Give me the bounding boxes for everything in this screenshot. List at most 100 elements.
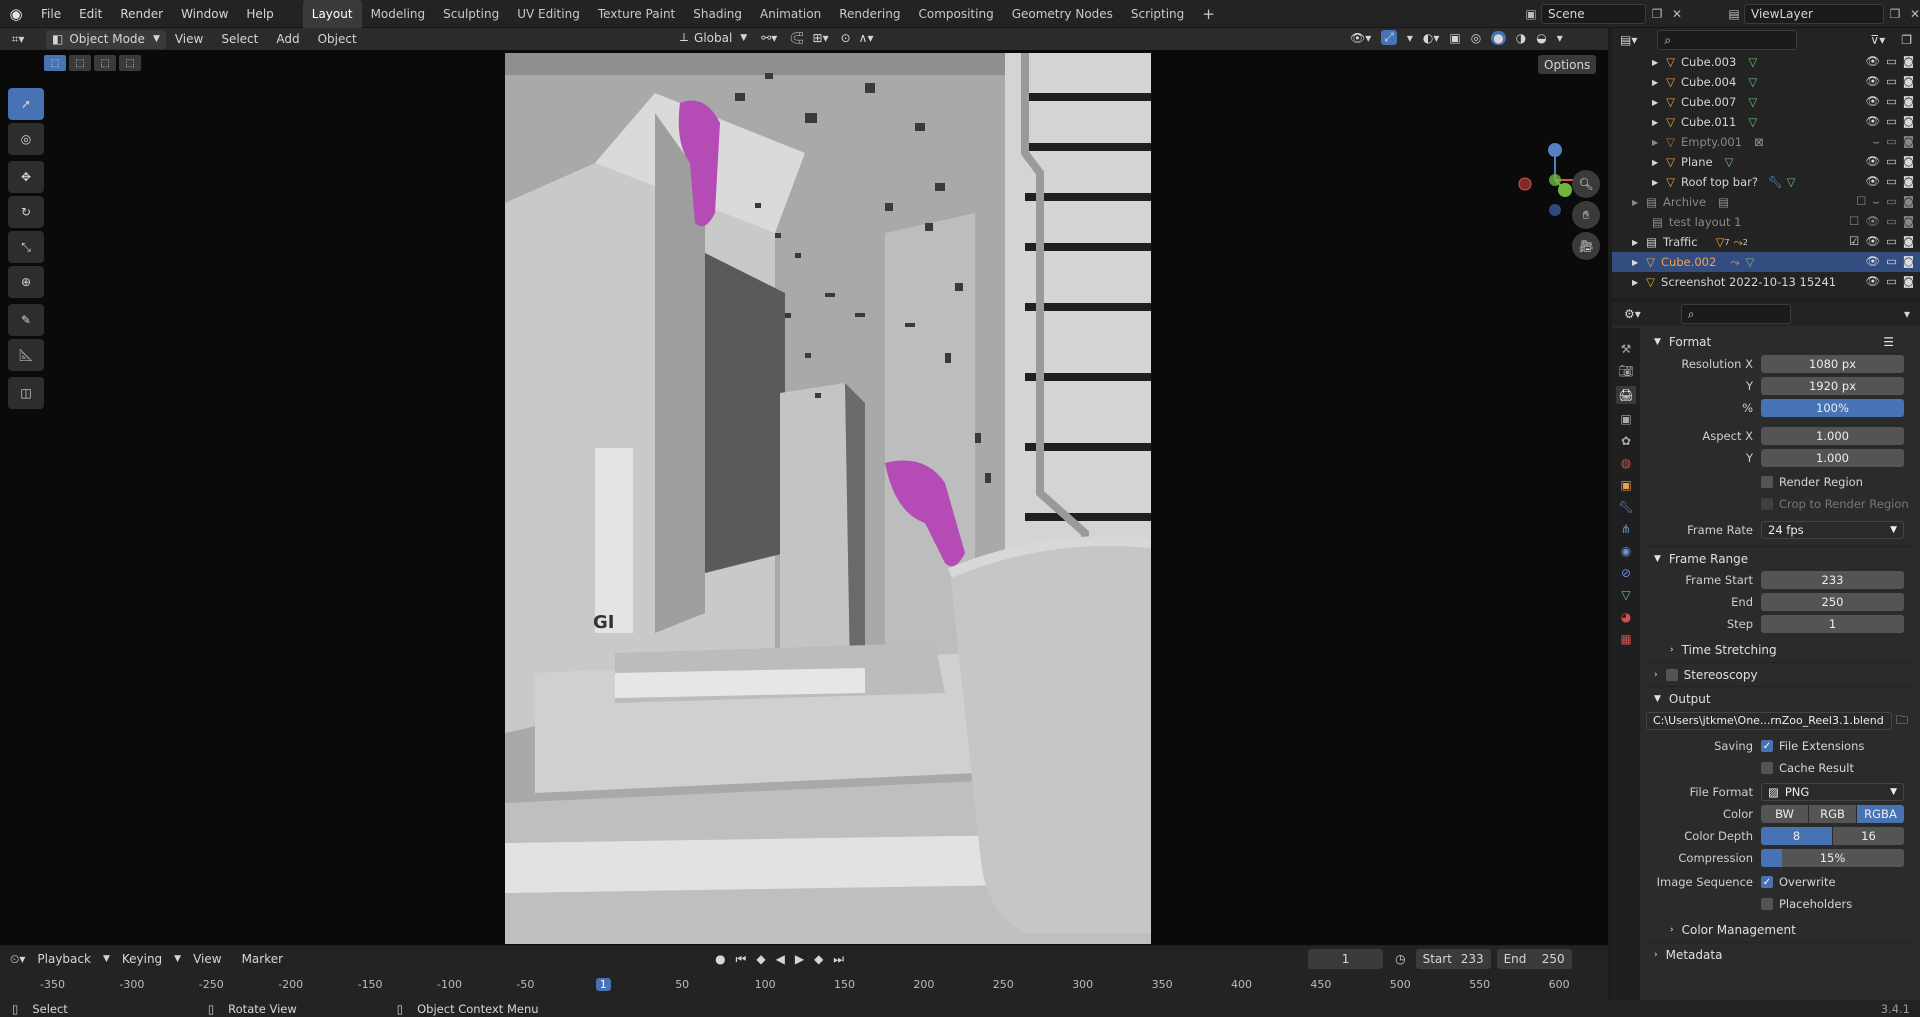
resolution-y-field[interactable]: 1920 px: [1761, 377, 1904, 395]
camera-icon[interactable]: ◙: [1903, 134, 1914, 149]
snap-target-icon[interactable]: ⊞▾: [813, 31, 829, 45]
texture-tab-icon[interactable]: ▦: [1620, 632, 1631, 646]
world-tab-icon[interactable]: ◍: [1621, 456, 1631, 470]
eye-icon[interactable]: 👁︎: [1865, 114, 1880, 128]
compression-slider[interactable]: 15%: [1761, 849, 1904, 867]
filter-icon[interactable]: ⊽▾: [1870, 33, 1885, 47]
view-layer-field[interactable]: ViewLayer: [1744, 4, 1884, 24]
render-region-row[interactable]: Render Region: [1646, 472, 1914, 492]
aspect-y-field[interactable]: 1.000: [1761, 449, 1904, 467]
camera-icon[interactable]: ◙: [1903, 114, 1914, 128]
editor-type-icon[interactable]: ⌗▾: [0, 32, 36, 47]
monitor-icon[interactable]: ▭: [1886, 274, 1897, 288]
scale-tool-icon[interactable]: ⤡: [8, 231, 44, 263]
select-box-tool-icon[interactable]: ➚: [8, 88, 44, 120]
frame-ruler[interactable]: -350 -300 -250 -200 -150 -100 -50 1 50 100 150 200 2…: [0, 946, 1608, 1000]
expand-arrow-icon[interactable]: ▶: [1652, 158, 1658, 167]
camera-icon[interactable]: ◙: [1903, 274, 1914, 288]
monitor-icon[interactable]: ▭: [1886, 174, 1897, 188]
tab-uv-editing[interactable]: UV Editing: [508, 0, 589, 28]
view-layer-selector[interactable]: ▤ ViewLayer ❐ ✕: [1724, 4, 1920, 24]
camera-icon[interactable]: ◙: [1903, 74, 1914, 88]
checkbox-checked-icon[interactable]: ☑: [1849, 234, 1859, 248]
select-subtract-icon[interactable]: ⬚: [94, 55, 116, 71]
outliner-item-cube-011[interactable]: ▶ ▽ Cube.011 ▽ 👁︎ ▭ ◙: [1612, 112, 1920, 132]
eye-icon[interactable]: 👁︎: [1865, 74, 1880, 88]
camera-icon[interactable]: ◙: [1903, 214, 1914, 228]
menu-window[interactable]: Window: [172, 0, 237, 28]
camera-icon[interactable]: ◙: [1903, 174, 1914, 188]
monitor-icon[interactable]: ▭: [1886, 74, 1897, 88]
tab-sculpting[interactable]: Sculpting: [434, 0, 508, 28]
outliner-item-archive[interactable]: ▶ ▤ Archive ▤ ☐ ⌣ ▭ ◙: [1612, 192, 1920, 212]
expand-arrow-icon[interactable]: ▶: [1652, 78, 1658, 87]
outliner-item-cube-007[interactable]: ▶ ▽ Cube.007 ▽ 👁︎ ▭ ◙: [1612, 92, 1920, 112]
camera-icon[interactable]: ◙: [1903, 194, 1914, 209]
zoom-icon[interactable]: 🔍︎: [1572, 170, 1600, 198]
checkbox-icon[interactable]: ☐: [1856, 194, 1866, 209]
tab-modeling[interactable]: Modeling: [362, 0, 435, 28]
eye-icon[interactable]: 👁︎: [1865, 254, 1880, 268]
scene-selector[interactable]: ▣ Scene ❐ ✕: [1521, 4, 1686, 24]
eye-icon[interactable]: 👁︎: [1865, 234, 1880, 248]
properties-search-input[interactable]: ⌕: [1680, 304, 1791, 324]
presets-list-icon[interactable]: ☰: [1883, 335, 1894, 349]
scene-name-field[interactable]: Scene: [1541, 4, 1646, 24]
outliner-item-roof-top-bar[interactable]: ▶ ▽ Roof top bar? 🔧︎ ▽ 👁︎ ▭ ◙: [1612, 172, 1920, 192]
expand-arrow-icon[interactable]: ▶: [1632, 258, 1638, 267]
data-tab-icon[interactable]: ▽: [1621, 588, 1630, 602]
camera-icon[interactable]: ◙: [1903, 234, 1914, 248]
pin-chevron-icon[interactable]: ▾: [1904, 307, 1910, 321]
outliner-item-traffic[interactable]: ▶ ▤ Traffic ▽ 7 ⤳ 2 ☑ 👁︎ ▭ ◙: [1612, 232, 1920, 252]
eye-icon[interactable]: 👁︎: [1865, 174, 1880, 188]
gizmo-toggle-icon[interactable]: ⤢: [1381, 30, 1397, 45]
expand-arrow-icon[interactable]: ▶: [1652, 58, 1658, 67]
3d-viewport[interactable]: ⬚ ⬚ ⬚ ⬚ Options GI ➚ ◎ ✥ ↻ ⤡ ⊕ ✎ 📐︎ ◫ 🔍︎…: [0, 50, 1608, 945]
outliner-item-test-layout-1[interactable]: ▤ test layout 1 ☐ 👁︎ ▭ ◙: [1612, 212, 1920, 232]
color-rgba-option[interactable]: RGBA: [1857, 805, 1904, 823]
monitor-icon[interactable]: ▭: [1886, 194, 1897, 209]
tab-compositing[interactable]: Compositing: [909, 0, 1002, 28]
monitor-icon[interactable]: ▭: [1886, 234, 1897, 248]
tab-rendering[interactable]: Rendering: [830, 0, 909, 28]
view-layer-tab-icon[interactable]: ▣: [1620, 412, 1631, 426]
snap-icon[interactable]: 🧲︎: [789, 31, 804, 45]
overlays-icon[interactable]: ◐▾: [1423, 31, 1440, 45]
checkbox-icon[interactable]: ☐: [1849, 214, 1859, 228]
tab-animation[interactable]: Animation: [751, 0, 830, 28]
physics-tab-icon[interactable]: ◉: [1621, 544, 1631, 558]
eye-closed-icon[interactable]: ⌣: [1872, 194, 1880, 209]
delete-scene-icon[interactable]: ✕: [1668, 7, 1686, 21]
annotate-tool-icon[interactable]: ✎: [8, 304, 44, 336]
expand-arrow-icon[interactable]: ▶: [1652, 138, 1658, 147]
monitor-icon[interactable]: ▭: [1886, 114, 1897, 128]
crop-region-row[interactable]: Crop to Render Region: [1646, 494, 1914, 514]
tab-scripting[interactable]: Scripting: [1122, 0, 1193, 28]
monitor-icon[interactable]: ▭: [1886, 134, 1897, 149]
eye-closed-icon[interactable]: ⌣: [1872, 134, 1880, 149]
timeline[interactable]: ⏲▾ Playback ▼ Keying ▼ View Marker ● ⏮ ◆ ◀…: [0, 946, 1608, 1000]
frame-start-field[interactable]: 233: [1761, 571, 1904, 589]
outliner-editor-icon[interactable]: ▤▾: [1620, 33, 1637, 47]
tab-texture-paint[interactable]: Texture Paint: [589, 0, 684, 28]
expand-arrow-icon[interactable]: ▶: [1652, 118, 1658, 127]
render-region-checkbox[interactable]: [1761, 476, 1773, 488]
camera-icon[interactable]: ◙: [1903, 54, 1914, 68]
move-tool-icon[interactable]: ✥: [8, 161, 44, 193]
frame-end-field[interactable]: 250: [1761, 593, 1904, 611]
menu-render[interactable]: Render: [111, 0, 172, 28]
stereoscopy-checkbox[interactable]: [1665, 668, 1678, 681]
pan-hand-icon[interactable]: ✋︎: [1572, 201, 1600, 229]
material-shading-icon[interactable]: ◑: [1516, 31, 1526, 45]
rotate-tool-icon[interactable]: ↻: [8, 196, 44, 228]
object-mode-dropdown[interactable]: ◧ Object Mode ▼: [46, 29, 166, 49]
outliner-item-screenshot[interactable]: ▶ ▽ Screenshot 2022-10-13 15241 👁︎ ▭ ◙: [1612, 272, 1920, 292]
outliner-item-cube-003[interactable]: ▶ ▽ Cube.003 ▽ 👁︎ ▭ ◙: [1612, 52, 1920, 72]
gizmo-options-icon[interactable]: ▾: [1407, 31, 1413, 45]
expand-arrow-icon[interactable]: ▶: [1632, 278, 1638, 287]
falloff-icon[interactable]: ∧▾: [859, 31, 874, 45]
new-collection-icon[interactable]: ❐: [1901, 33, 1912, 47]
menu-help[interactable]: Help: [237, 0, 282, 28]
frame-range-panel-header[interactable]: ▼ Frame Range: [1646, 546, 1914, 570]
shading-options-icon[interactable]: ▾: [1557, 31, 1563, 45]
